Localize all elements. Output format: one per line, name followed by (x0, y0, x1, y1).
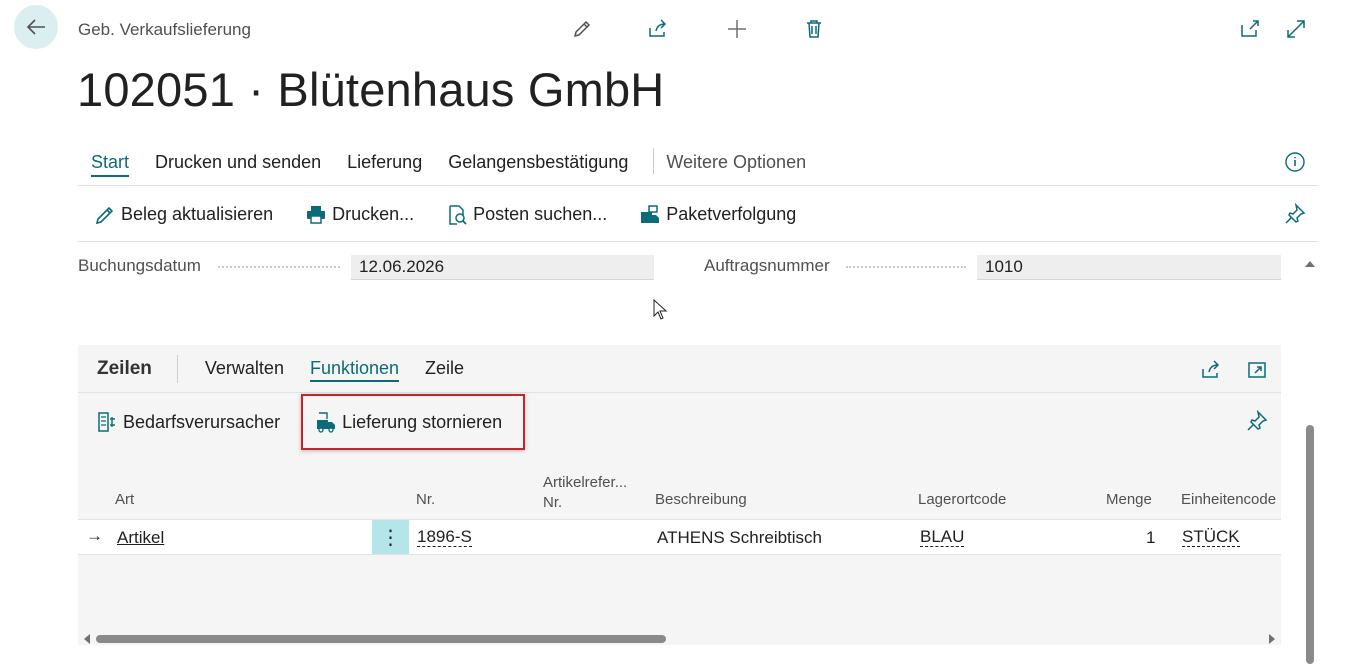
lines-tab-line[interactable]: Zeile (412, 358, 477, 379)
tab-start[interactable]: Start (78, 146, 142, 184)
row-type-link[interactable]: Artikel (117, 528, 164, 548)
column-header-type[interactable]: Art (115, 491, 134, 508)
field-leader-dots (218, 266, 340, 268)
order-no-field[interactable]: 1010 (977, 255, 1281, 280)
document-search-icon (449, 204, 467, 225)
command-bar: Beleg aktualisieren Drucken... Posten su… (78, 188, 1318, 242)
scroll-right-icon[interactable] (1267, 633, 1277, 645)
scroll-up-icon[interactable] (1303, 258, 1317, 270)
printer-icon (307, 205, 326, 224)
edit-button[interactable] (569, 16, 595, 42)
info-button[interactable] (1284, 151, 1306, 173)
column-header-uom[interactable]: Einheitencode (1181, 491, 1276, 508)
share-icon (1202, 360, 1220, 378)
row-menu-button[interactable]: ⋮ (372, 520, 409, 554)
table-row[interactable]: → Artikel ⋮ 1896-S ATHENS Schreibtisch B… (78, 519, 1281, 555)
pin-icon (1285, 203, 1306, 224)
truck-undo-icon (317, 412, 336, 433)
horizontal-scrollbar-thumb[interactable] (96, 635, 666, 643)
column-header-location[interactable]: Lagerortcode (918, 491, 1006, 508)
posting-date-field[interactable]: 12.06.2026 (351, 255, 654, 280)
open-new-window-button[interactable] (1237, 16, 1263, 42)
column-header-no[interactable]: Nr. (416, 491, 435, 508)
package-tracking-icon (641, 204, 660, 223)
package-tracking-button[interactable]: Paketverfolgung (623, 204, 812, 226)
tab-confirmation[interactable]: Gelangensbestätigung (435, 146, 641, 184)
lines-share-button[interactable] (1200, 359, 1222, 381)
tab-divider (653, 148, 655, 174)
page-caption: Geb. Verkaufslieferung (78, 20, 251, 39)
row-location-link[interactable]: BLAU (920, 528, 965, 547)
pin-action-bar-button[interactable] (1284, 203, 1306, 225)
info-icon (1285, 152, 1305, 172)
update-document-button[interactable]: Beleg aktualisieren (78, 204, 289, 226)
column-header-description[interactable]: Beschreibung (655, 491, 747, 508)
field-leader-dots (846, 266, 966, 268)
find-entries-button[interactable]: Posten suchen... (430, 204, 623, 226)
undo-shipment-button[interactable]: Lieferung stornieren (301, 394, 526, 450)
lines-pin-button[interactable] (1246, 410, 1268, 432)
expand-button[interactable] (1283, 16, 1309, 42)
pin-icon (1247, 410, 1268, 431)
print-button[interactable]: Drucken... (289, 204, 430, 226)
share-icon (649, 19, 667, 37)
share-button[interactable] (645, 16, 671, 42)
delete-button[interactable] (801, 16, 827, 42)
pencil-icon (573, 20, 591, 38)
lines-expand-button[interactable] (1246, 359, 1268, 381)
column-header-item-reference-line2: Nr. (543, 494, 563, 511)
lines-command-bar: Bedarfsverursacher Lieferung stornieren (78, 393, 1281, 451)
lines-tab-manage[interactable]: Verwalten (192, 358, 297, 379)
arrow-left-icon (26, 19, 45, 35)
column-header-item-reference[interactable]: Artikelrefer... (543, 474, 627, 491)
trash-icon (807, 20, 821, 38)
page-title: 102051 · Blütenhaus GmbH (77, 63, 665, 116)
row-current-marker-icon: → (86, 526, 103, 545)
lines-tab-functions[interactable]: Funktionen (297, 358, 412, 382)
column-header-quantity[interactable]: Menge (1106, 491, 1152, 508)
row-quantity[interactable]: 1 (1146, 528, 1155, 548)
back-button[interactable] (14, 5, 58, 49)
plus-icon (728, 20, 746, 38)
new-button[interactable] (724, 16, 750, 42)
lines-tabs: Zeilen Verwalten Funktionen Zeile (78, 345, 1281, 393)
lines-title[interactable]: Zeilen (78, 358, 177, 380)
demand-originator-button[interactable]: Bedarfsverursacher (78, 394, 298, 450)
lines-divider (176, 354, 178, 383)
row-description[interactable]: ATHENS Schreibtisch (657, 528, 822, 548)
row-uom-link[interactable]: STÜCK (1182, 528, 1240, 547)
row-no-link[interactable]: 1896-S (417, 528, 472, 547)
pencil-icon (95, 206, 114, 224)
posting-date-label: Buchungsdatum (78, 256, 201, 275)
document-tree-icon (98, 412, 115, 432)
expand-box-icon (1248, 362, 1266, 378)
action-bar-tabs: Start Drucken und senden Lieferung Gelan… (78, 146, 1318, 186)
mouse-cursor-icon (653, 299, 668, 320)
vertical-scrollbar-thumb[interactable] (1306, 425, 1314, 664)
tab-shipment[interactable]: Lieferung (334, 146, 435, 184)
order-no-label: Auftragsnummer (704, 256, 830, 275)
expand-icon (1287, 20, 1305, 38)
tab-more-options[interactable]: Weitere Optionen (666, 146, 819, 184)
tab-print-send[interactable]: Drucken und senden (142, 146, 334, 184)
scroll-left-icon[interactable] (82, 633, 92, 645)
open-in-new-icon (1241, 20, 1259, 37)
